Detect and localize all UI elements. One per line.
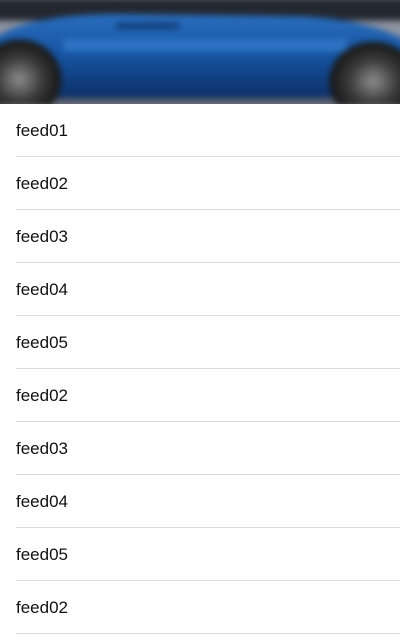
- list-item[interactable]: feed02: [0, 581, 400, 634]
- list-item[interactable]: feed05: [0, 528, 400, 581]
- list-item[interactable]: feed03: [0, 422, 400, 475]
- list-item[interactable]: feed05: [0, 316, 400, 369]
- list-item[interactable]: feed04: [0, 263, 400, 316]
- list-item[interactable]: feed02: [0, 369, 400, 422]
- list-item[interactable]: feed01: [0, 104, 400, 157]
- list-item[interactable]: feed04: [0, 475, 400, 528]
- list-item[interactable]: feed02: [0, 157, 400, 210]
- header-image: [0, 0, 400, 104]
- car-photo-icon: [0, 0, 400, 104]
- app-screen: feed01 feed02 feed03 feed04 feed05 feed0…: [0, 0, 400, 640]
- list-item[interactable]: feed03: [0, 210, 400, 263]
- feed-list: feed01 feed02 feed03 feed04 feed05 feed0…: [0, 104, 400, 634]
